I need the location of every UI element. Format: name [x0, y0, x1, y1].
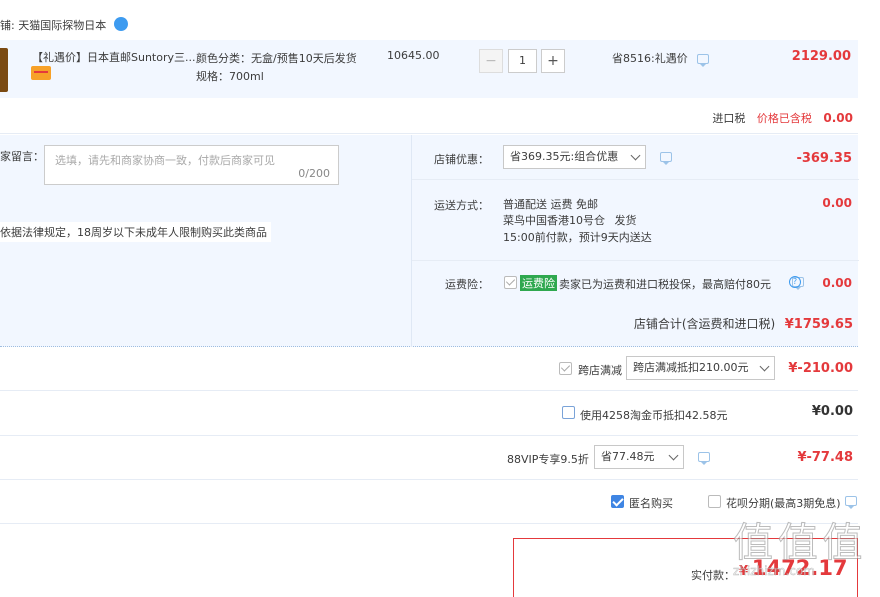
chat-icon[interactable] — [697, 54, 710, 67]
insurance-label: 运费险： — [445, 278, 489, 291]
law-notice: 依据法律规定，18周岁以下未成年人限制购买此类商品 — [0, 222, 271, 242]
tmall-badge-icon — [31, 66, 51, 80]
vip-row: 88VIP专享9.5折 省77.48元 ¥-77.48 — [0, 437, 858, 480]
shop-total-label: 店铺合计(含运费和进口税) — [633, 317, 776, 331]
message-label: 家留言： — [0, 150, 44, 163]
import-tax-row: 进口税 价格已含税 0.00 — [0, 98, 858, 134]
quantity-stepper: − 1 + — [479, 49, 565, 73]
shop-discount-value: -369.35 — [796, 151, 852, 166]
vip-label: 88VIP专享9.5折 — [507, 453, 589, 466]
item-subtotal: 2129.00 — [791, 49, 851, 64]
color-attribute: 颜色分类：无盒/预售10天后发货 — [196, 52, 357, 65]
shop-header: 铺: 天猫国际探物日本 — [0, 14, 128, 38]
shipping-eta: 15:00前付款，预计9天内送达 — [503, 231, 652, 244]
insurance-text: 卖家已为运费和进口税投保，最高赔付80元 — [559, 278, 771, 291]
watermark: 值 值 值 zhizhizm.com — [733, 510, 873, 597]
vip-value: ¥-77.48 — [797, 450, 853, 465]
watermark-logo: 值 值 值 — [733, 520, 863, 567]
promo-label: 省8516:礼遇价 — [612, 50, 710, 67]
wangwang-icon[interactable] — [113, 17, 128, 31]
import-tax-value: 0.00 — [823, 111, 853, 125]
decrease-button[interactable]: − — [479, 49, 503, 73]
coins-label: 使用4258淘金币抵扣42.58元 — [580, 409, 728, 422]
unit-price: 10645.00 — [387, 49, 440, 62]
shipping-method[interactable]: 普通配送 运费 免邮 — [503, 196, 598, 212]
shop-total-value: ¥1759.65 — [784, 317, 853, 332]
product-title[interactable]: 【礼遇价】日本直邮Suntory三... — [32, 49, 196, 65]
increase-button[interactable]: + — [541, 49, 565, 73]
chat-icon[interactable] — [698, 452, 710, 465]
anonymous-label[interactable]: 匿名购买 — [629, 495, 673, 511]
anonymous-checkbox[interactable] — [611, 495, 624, 508]
product-thumbnail[interactable] — [0, 48, 8, 92]
coins-value: ¥0.00 — [811, 404, 853, 419]
message-counter: 0/200 — [298, 167, 330, 180]
insurance-badge: 运费险 — [520, 275, 557, 291]
insurance-checkbox — [504, 276, 517, 289]
cross-store-select[interactable]: 跨店满减抵扣210.00元 — [626, 356, 775, 380]
cross-store-row: 跨店满减 跨店满减抵扣210.00元 ¥-210.00 — [0, 348, 858, 391]
vip-select[interactable]: 省77.48元 — [594, 445, 684, 469]
coins-checkbox[interactable] — [562, 406, 575, 419]
shop-total: 店铺合计(含运费和进口税) ¥1759.65 — [634, 315, 853, 332]
cross-store-label: 跨店满减 — [578, 364, 622, 377]
chat-icon[interactable] — [660, 152, 672, 165]
shipping-warehouse: 菜鸟中国香港10号仓 发货 — [503, 214, 637, 227]
spec-attribute: 规格：700ml — [196, 70, 264, 83]
tax-included-label: 价格已含税 — [756, 112, 812, 125]
payment-label: 实付款： — [691, 569, 735, 582]
shipping-value: 0.00 — [822, 196, 852, 210]
shop-discount-label: 店铺优惠： — [434, 153, 489, 166]
help-icon[interactable]: ? — [789, 276, 801, 288]
insurance-value: 0.00 — [822, 276, 852, 290]
shop-name[interactable]: 铺: 天猫国际探物日本 — [0, 19, 106, 32]
huabei-checkbox[interactable] — [708, 495, 721, 508]
message-placeholder: 选填，请先和商家协商一致，付款后商家可见 — [55, 154, 275, 167]
cross-store-value: ¥-210.00 — [788, 361, 853, 376]
item-row: 【礼遇价】日本直邮Suntory三... 颜色分类：无盒/预售10天后发货 规格… — [0, 40, 858, 98]
coins-row: 使用4258淘金币抵扣42.58元 ¥0.00 — [0, 392, 858, 436]
cross-store-checkbox — [559, 362, 572, 375]
quantity-input[interactable]: 1 — [508, 49, 537, 73]
chat-icon[interactable] — [845, 496, 857, 509]
shop-discount-select[interactable]: 省369.35元:组合优惠 — [503, 145, 646, 169]
huabei-label[interactable]: 花呗分期(最高3期免息) — [726, 495, 841, 511]
options-row: 匿名购买 花呗分期(最高3期免息) — [0, 481, 858, 524]
message-textarea[interactable]: 选填，请先和商家协商一致，付款后商家可见 0/200 — [44, 145, 339, 185]
order-details-block: 家留言： 选填，请先和商家协商一致，付款后商家可见 0/200 依据法律规定，1… — [0, 135, 859, 347]
shipping-label: 运送方式： — [434, 199, 489, 212]
import-tax-label: 进口税 — [712, 112, 746, 125]
